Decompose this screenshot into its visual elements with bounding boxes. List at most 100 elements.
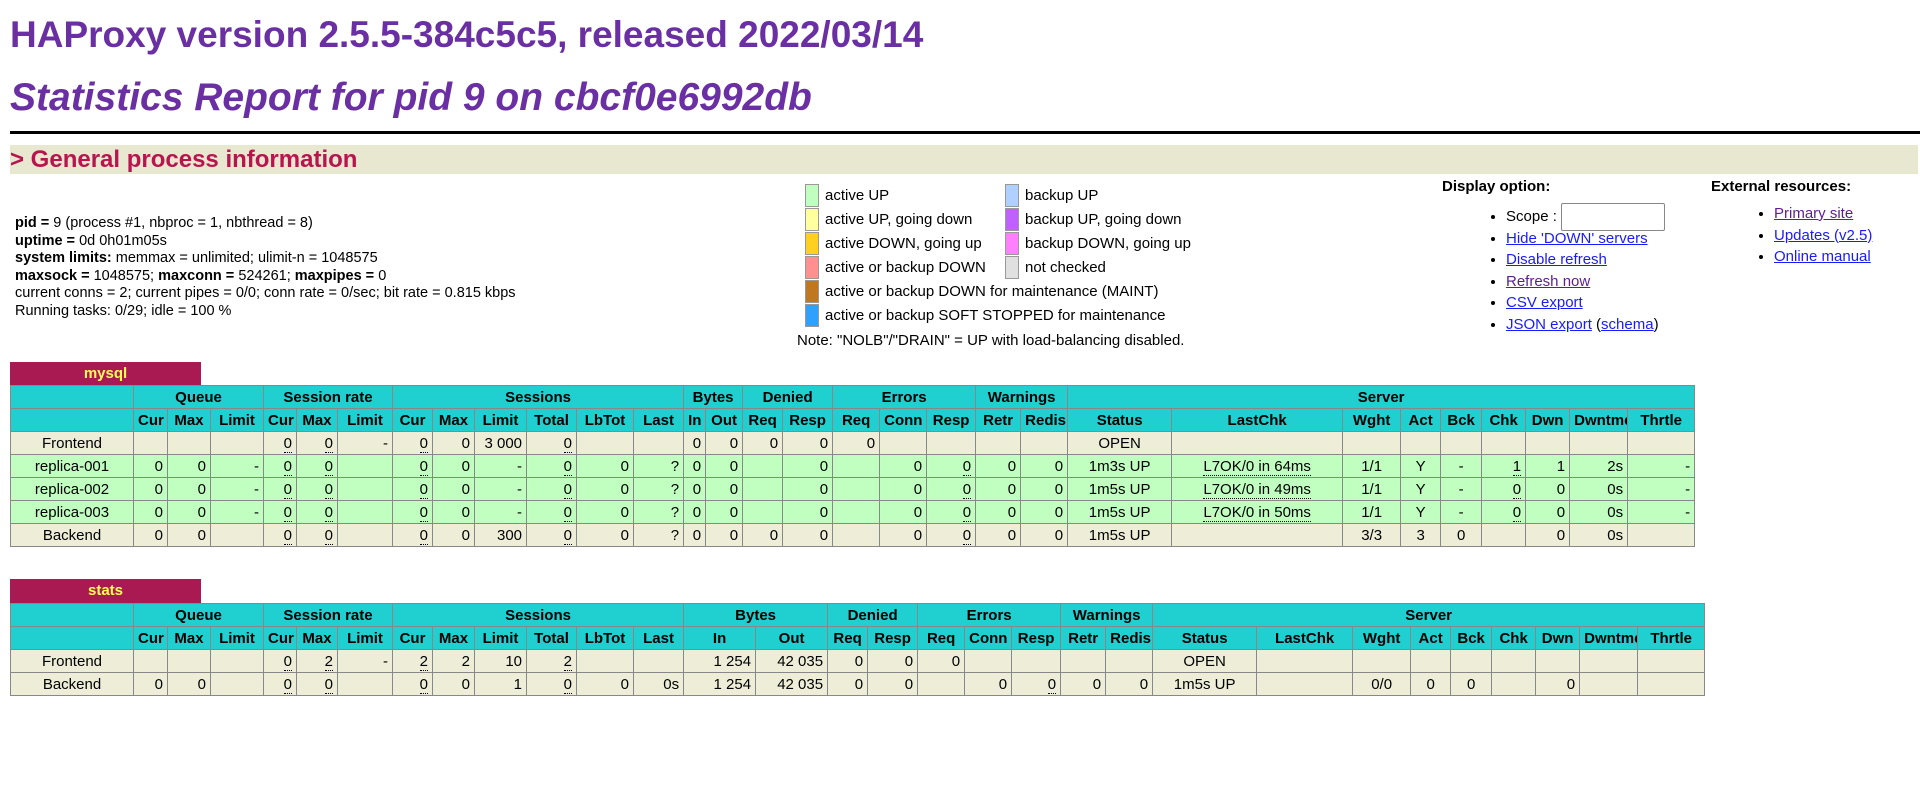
row-name[interactable]: replica-001	[10, 454, 134, 478]
row-name[interactable]: Backend	[10, 672, 134, 696]
table-cell	[1352, 649, 1412, 673]
table-cell: 0	[167, 454, 211, 478]
cell-value: 0s	[663, 675, 680, 693]
table-cell	[1342, 431, 1402, 455]
table-cell: 1	[1525, 454, 1571, 478]
updates-link[interactable]: Updates (v2.5)	[1774, 227, 1872, 244]
updates-item: Updates (v2.5)	[1774, 225, 1872, 247]
table-cell: -	[210, 500, 264, 524]
proxy-title-stats[interactable]: stats	[10, 579, 201, 603]
divider	[10, 131, 1920, 134]
column-header: Dwn	[1525, 408, 1571, 432]
table-cell: 1	[1481, 454, 1527, 478]
column-group-header	[10, 385, 134, 409]
column-header: Status	[1152, 626, 1258, 650]
table-cell: -	[1440, 500, 1483, 524]
column-header: Conn	[964, 626, 1013, 650]
column-group-header: Session rate	[262, 603, 394, 627]
table-cell: 1 254	[683, 672, 757, 696]
table-cell: 0s	[1569, 523, 1629, 547]
csv-export-item: CSV export	[1506, 292, 1665, 314]
table-cell	[133, 649, 168, 673]
table-cell: 2	[432, 649, 476, 673]
row-name[interactable]: Frontend	[10, 649, 134, 673]
table-cell	[210, 523, 264, 547]
cell-value: 0	[620, 675, 630, 693]
column-group-header: Bytes	[683, 385, 744, 409]
table-cell	[1060, 649, 1107, 673]
column-header: Cur	[392, 626, 434, 650]
cell-value: replica-003	[34, 503, 110, 521]
table-row: Frontend 0 0 - 0 0 3 000 0 0 0 0 0 0 OPEN	[10, 431, 1696, 455]
cell-value: 0	[962, 480, 972, 499]
cell-value: 0	[197, 526, 206, 544]
table-cell: 1m5s UP	[1067, 477, 1173, 501]
info-key: system limits:	[15, 250, 116, 267]
table-cell: 0	[263, 672, 297, 696]
row-name[interactable]: replica-002	[10, 477, 134, 501]
cell-value: -	[383, 652, 389, 670]
cell-value: Backend	[42, 526, 102, 544]
column-header: In	[683, 408, 707, 432]
cell-value: 1m5s UP	[1088, 503, 1151, 521]
cell-value: 0	[913, 503, 923, 521]
table-cell	[1020, 431, 1069, 455]
table-cell: 0	[392, 477, 434, 501]
cell-value: 0	[154, 503, 163, 521]
table-cell: 1m3s UP	[1067, 454, 1173, 478]
table-cell: 0	[1105, 672, 1154, 696]
table-cell: 0	[926, 523, 977, 547]
row-name[interactable]: replica-003	[10, 500, 134, 524]
cell-value: 1	[513, 675, 523, 693]
column-header: LbTot	[576, 626, 635, 650]
schema-link[interactable]: schema	[1601, 316, 1654, 333]
column-header: Dwn	[1535, 626, 1581, 650]
hide-down-servers-link[interactable]: Hide 'DOWN' servers	[1506, 230, 1648, 247]
row-name[interactable]: Frontend	[10, 431, 134, 455]
cell-value: replica-002	[34, 480, 110, 498]
scope-input[interactable]	[1561, 203, 1666, 231]
primary-site-link[interactable]: Primary site	[1774, 205, 1853, 222]
display-options-title: Display option:	[1442, 178, 1551, 195]
table-cell: -	[1627, 500, 1696, 524]
column-group-header: Session rate	[262, 385, 394, 409]
table-cell: 0	[1020, 477, 1069, 501]
cell-value: 0	[1426, 675, 1435, 693]
table-cell: 2s	[1569, 454, 1629, 478]
cell-value: 0	[1007, 457, 1017, 475]
table-cell: 0	[432, 500, 476, 524]
column-header: Resp	[867, 626, 919, 650]
table-cell: 300	[474, 523, 528, 547]
disable-refresh-link[interactable]: Disable refresh	[1506, 251, 1607, 268]
table-cell: 3/3	[1342, 523, 1402, 547]
table-cell: 0	[683, 477, 707, 501]
table-cell: 0	[879, 500, 928, 524]
online-manual-link[interactable]: Online manual	[1774, 248, 1871, 265]
csv-export-link[interactable]: CSV export	[1506, 294, 1583, 311]
cell-value: 0	[1092, 675, 1102, 693]
table-cell: 0	[1525, 500, 1571, 524]
cell-value: 0	[324, 526, 333, 545]
column-header: LbTot	[576, 408, 635, 432]
cell-value: 0	[729, 503, 739, 521]
cell-value: 1/1	[1361, 480, 1383, 498]
process-info: pid = 9 (process #1, nbproc = 1, nbthrea…	[15, 215, 516, 321]
column-header: Total	[526, 408, 578, 432]
legend-label: active or backup DOWN for maintenance (M…	[825, 283, 1159, 300]
table-cell: 42 035	[755, 649, 829, 673]
table-cell: 0	[167, 477, 211, 501]
json-export-link[interactable]: JSON export	[1506, 316, 1592, 333]
column-group-header: Sessions	[392, 385, 685, 409]
table-cell: 0	[263, 454, 297, 478]
table-cell: 0	[1440, 523, 1483, 547]
table-cell: 0	[432, 454, 476, 478]
cell-value: 0	[692, 526, 702, 544]
refresh-now-link[interactable]: Refresh now	[1506, 273, 1590, 290]
column-group-header: Server	[1067, 385, 1696, 409]
proxy-title-mysql[interactable]: mysql	[10, 362, 201, 386]
row-name[interactable]: Backend	[10, 523, 134, 547]
column-header: Bck	[1440, 408, 1483, 432]
cell-value: 1	[1512, 457, 1522, 476]
cell-value: 0	[620, 480, 630, 498]
table-cell: 0	[705, 454, 744, 478]
